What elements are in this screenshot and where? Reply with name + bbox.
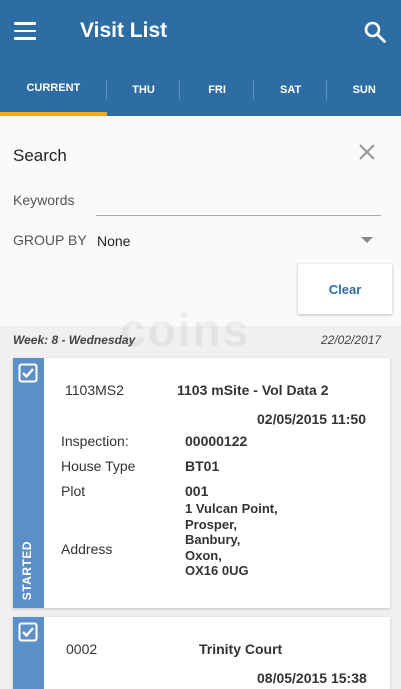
tab-sun[interactable]: SUN <box>327 64 401 116</box>
close-icon[interactable] <box>357 142 377 162</box>
checkbox-checked-icon[interactable] <box>18 622 38 642</box>
visit-card[interactable]: STARTED 1103MS2 1103 mSite - Vol Data 2 … <box>13 358 390 608</box>
search-title: Search <box>13 146 67 165</box>
week-label: Week: 8 - Wednesday <box>13 333 136 347</box>
visit-site: Trinity Court <box>199 641 283 657</box>
visit-datetime: 08/05/2015 15:38 <box>257 670 367 686</box>
house-type-label: House Type <box>61 458 136 474</box>
menu-icon[interactable] <box>14 22 36 40</box>
tab-fri[interactable]: FRI <box>180 64 254 116</box>
plot-value: 001 <box>185 483 209 499</box>
week-date: 22/02/2017 <box>321 333 382 347</box>
visit-card[interactable]: 0002 Trinity Court 08/05/2015 15:38 <box>13 617 390 689</box>
dropdown-caret-icon[interactable] <box>361 237 373 243</box>
status-strip: STARTED <box>13 358 44 608</box>
plot-label: Plot <box>61 483 86 499</box>
address-line: Banbury, <box>185 532 241 547</box>
group-by-label: GROUP BY <box>13 232 87 248</box>
search-icon[interactable] <box>363 20 387 44</box>
address-label: Address <box>61 541 113 557</box>
visit-site: 1103 mSite - Vol Data 2 <box>177 382 329 398</box>
address-line: Oxon, <box>185 547 222 563</box>
tab-sat[interactable]: SAT <box>254 64 328 116</box>
status-label: STARTED <box>20 540 34 600</box>
inspection-value: 00000122 <box>185 433 248 449</box>
visit-code: 0002 <box>66 641 98 657</box>
address-value: 1 Vulcan Point, Prosper, Banbury, Oxon, … <box>185 501 278 579</box>
address-line: 1 Vulcan Point, <box>185 501 278 516</box>
clear-button[interactable]: Clear <box>298 264 392 314</box>
visit-datetime: 02/05/2015 11:50 <box>257 411 366 427</box>
house-type-value: BT01 <box>185 458 220 474</box>
page-title: Visit List <box>80 19 168 42</box>
tab-thu[interactable]: THU <box>107 64 181 116</box>
inspection-label: Inspection: <box>61 433 129 449</box>
address-line: OX16 0UG <box>185 563 249 578</box>
visit-code: 1103MS2 <box>65 382 124 398</box>
address-line: Prosper, <box>185 516 238 532</box>
status-strip <box>13 617 44 689</box>
group-by-select[interactable]: None <box>97 233 130 249</box>
day-tabs: CURRENT THU FRI SAT SUN <box>0 64 401 116</box>
coins-watermark-logo: coins <box>120 304 251 356</box>
tab-current[interactable]: CURRENT <box>0 64 107 116</box>
app-bar: Visit List <box>0 0 401 64</box>
keywords-input[interactable] <box>96 186 381 216</box>
keywords-label: Keywords <box>13 192 75 208</box>
checkbox-checked-icon[interactable] <box>18 363 38 383</box>
